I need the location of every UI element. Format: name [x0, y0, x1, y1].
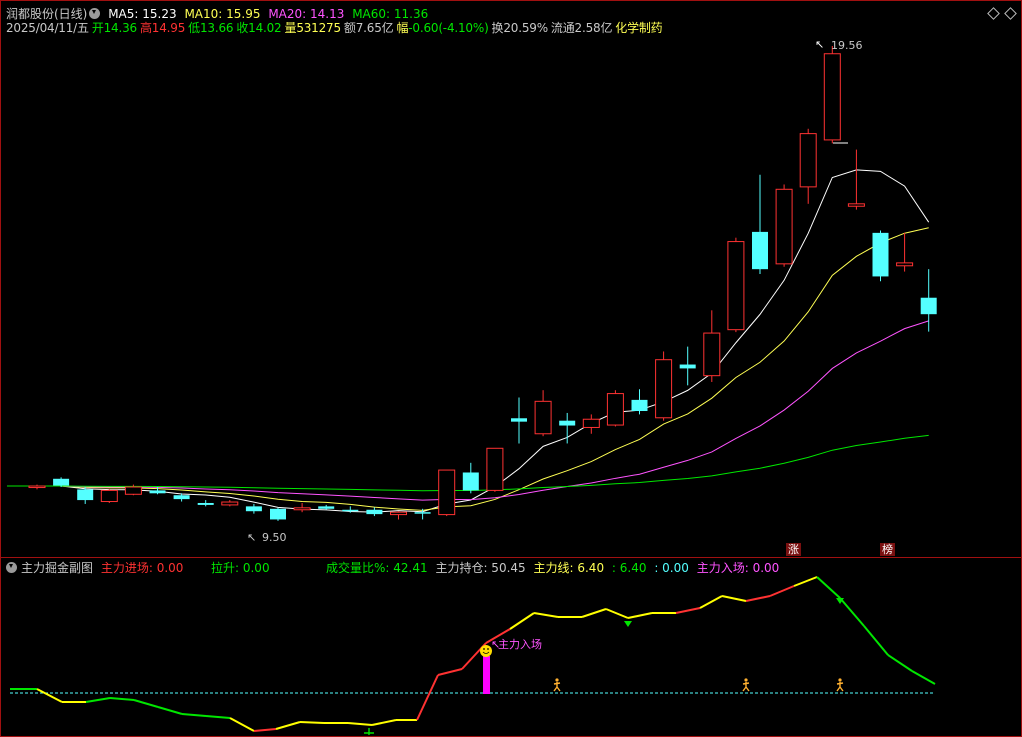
- candle-up: [438, 469, 456, 516]
- main-force-line-segment: [627, 612, 653, 619]
- main-force-line-segment: [721, 595, 747, 602]
- main-force-line-segment: [157, 706, 183, 715]
- main-force-line-segment: [675, 607, 701, 614]
- candle-down: [752, 231, 768, 270]
- main-force-line-segment: [887, 654, 913, 672]
- candle-up: [221, 501, 239, 506]
- candle-up: [606, 393, 624, 426]
- candle-down: [270, 508, 286, 520]
- candle-up: [28, 485, 46, 489]
- main-force-line-segment: [699, 595, 723, 609]
- main-force-line-segment: [745, 595, 771, 602]
- candle-down: [53, 478, 70, 486]
- candle-down: [920, 297, 937, 315]
- candle-down: [366, 509, 383, 515]
- candle-up: [293, 507, 311, 511]
- candle-down: [197, 502, 214, 505]
- main-force-line-segment: [911, 670, 936, 685]
- runner-icon: [742, 678, 750, 692]
- candle-down: [511, 418, 527, 422]
- candlestick-chart: ↖ 19.56 ↖ 9.50 ↖ 主力入场: [6, 38, 937, 735]
- runner-icon: [553, 678, 561, 692]
- marker-bang: 榜: [880, 543, 895, 556]
- down-arrow-icon: [624, 621, 632, 627]
- candle-up: [727, 241, 745, 331]
- candle-down: [414, 512, 431, 514]
- entry-bar: [483, 656, 490, 694]
- main-force-line-segment: [347, 722, 373, 726]
- high-arrow: ↖: [815, 38, 824, 51]
- ma10-line: [6, 227, 929, 511]
- main-force-line-segment: [839, 597, 865, 627]
- candle-down: [149, 490, 166, 494]
- candle-down: [318, 506, 335, 509]
- main-force-line-segment: [371, 719, 397, 726]
- entry-label: 主力入场: [498, 637, 542, 651]
- candle-up: [390, 511, 407, 516]
- low-price-label: 9.50: [262, 531, 287, 544]
- main-force-line-segment: [253, 728, 277, 732]
- candle-up: [703, 332, 721, 377]
- main-force-line-segment: [205, 715, 231, 719]
- candle-down: [245, 506, 262, 512]
- main-force-line-segment: [133, 699, 159, 708]
- low-arrow: ↖: [247, 531, 256, 544]
- candle-up: [655, 359, 673, 419]
- candle-up: [847, 203, 865, 207]
- marker-zhang: 涨: [786, 543, 801, 556]
- main-force-line-segment: [863, 625, 889, 656]
- candle-up: [534, 400, 552, 435]
- main-force-line-segment: [109, 697, 135, 701]
- candle-down: [679, 364, 696, 369]
- candle-up: [124, 486, 142, 495]
- main-force-line-segment: [769, 585, 795, 597]
- main-force-line-segment: [437, 668, 463, 676]
- main-force-line-segment: [229, 717, 255, 732]
- candle-up: [100, 489, 118, 503]
- main-force-line-segment: [416, 674, 439, 721]
- candle-up: [775, 188, 793, 265]
- main-force-line-segment: [509, 612, 535, 630]
- candle-down: [872, 232, 889, 277]
- candle-up: [896, 262, 914, 267]
- main-force-line-segment: [533, 612, 559, 618]
- candle-up: [486, 447, 504, 491]
- candle-up: [823, 53, 841, 141]
- candle-down: [77, 489, 94, 501]
- candle-down: [559, 420, 576, 426]
- candle-up: [799, 133, 817, 188]
- high-price-label: 19.56: [831, 39, 863, 52]
- main-force-line-segment: [605, 608, 629, 619]
- candle-down: [631, 399, 648, 412]
- main-force-line-segment: [275, 721, 301, 730]
- candle-down: [342, 509, 359, 512]
- candle-up: [582, 418, 600, 428]
- up-tick-icon: [364, 728, 374, 735]
- main-force-line-segment: [181, 713, 207, 717]
- main-force-line-segment: [581, 608, 607, 618]
- candle-down: [462, 472, 479, 491]
- main-force-line-segment: [85, 697, 111, 703]
- main-force-line-segment: [816, 576, 841, 599]
- candle-down: [173, 495, 190, 500]
- runner-icon: [836, 678, 844, 692]
- main-force-line-segment: [793, 576, 818, 587]
- main-force-line-segment: [36, 688, 63, 703]
- main-force-line-segment: [299, 721, 325, 724]
